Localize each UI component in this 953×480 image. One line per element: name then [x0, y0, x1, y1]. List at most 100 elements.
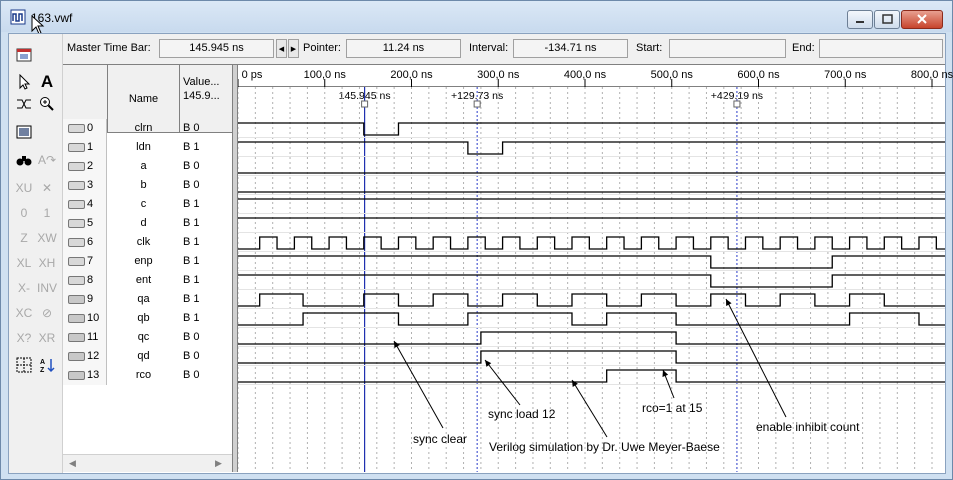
value-column-time: 145.9...	[183, 90, 220, 102]
signal-row-clrn[interactable]: 0 clrn B 0	[63, 119, 232, 138]
signal-index: 5	[87, 217, 94, 229]
master-time-next-button[interactable]: ▶	[288, 39, 299, 58]
dont-care-button[interactable]: X-	[14, 278, 34, 298]
signal-value: B 1	[183, 274, 200, 286]
minimize-button[interactable]	[847, 10, 873, 29]
cursor-handle-icon	[733, 100, 741, 108]
count-value-button[interactable]: XC	[14, 303, 34, 323]
maximize-button[interactable]	[874, 10, 900, 29]
signal-row-qd[interactable]: 12 qd B 0	[63, 347, 232, 366]
pointer-label: Pointer:	[303, 42, 341, 54]
unknown-value-button[interactable]: ✕	[37, 178, 57, 198]
zoom-tool-button[interactable]	[37, 94, 57, 114]
svg-text:A: A	[40, 359, 45, 366]
arbitrary-value-button[interactable]: X?	[14, 328, 34, 348]
signal-row-qc[interactable]: 11 qc B 0	[63, 328, 232, 347]
overwrite-clock-button[interactable]: ⊘	[37, 303, 57, 323]
snap-to-grid-button[interactable]	[14, 355, 34, 375]
start-field[interactable]	[669, 39, 786, 58]
cursor-handle-icon	[473, 100, 481, 108]
svg-text:Z: Z	[40, 367, 45, 373]
master-time-prev-button[interactable]: ◀	[276, 39, 287, 58]
waveform-toolbar: A A↷ XU ✕ 0 1 Z XW XL XH X- INV XC ⊘ X? …	[9, 34, 63, 473]
replace-button[interactable]: A↷	[37, 150, 57, 170]
input-pin-icon	[68, 238, 85, 247]
waveform-editing-button[interactable]	[14, 94, 34, 114]
input-pin-icon	[68, 257, 85, 266]
replace-icon: A↷	[37, 153, 57, 167]
signal-row-b[interactable]: 3 b B 0	[63, 176, 232, 195]
fullscreen-button[interactable]	[14, 122, 34, 142]
waveform-rco	[238, 369, 945, 383]
end-field[interactable]	[819, 39, 943, 58]
signal-row-a[interactable]: 2 a B 0	[63, 157, 232, 176]
signal-index-cell: 2	[63, 157, 107, 176]
waveform-qd	[238, 350, 945, 364]
scroll-right-icon[interactable]: ▶	[215, 458, 222, 469]
app-icon[interactable]	[10, 9, 26, 25]
signal-row-d[interactable]: 5 d B 1	[63, 214, 232, 233]
signal-index-cell: 6	[63, 233, 107, 252]
window-dock-button[interactable]	[14, 45, 34, 65]
signal-value: B 1	[183, 236, 200, 248]
signal-row-ldn[interactable]: 1 ldn B 1	[63, 138, 232, 157]
text-tool-icon: A	[40, 72, 54, 91]
signal-row-qa[interactable]: 9 qa B 1	[63, 290, 232, 309]
high-impedance-button[interactable]: Z	[14, 228, 34, 248]
sort-button[interactable]: AZ	[37, 355, 57, 375]
signal-index-cell: 13	[63, 366, 107, 385]
weak-unknown-button[interactable]: XW	[37, 228, 57, 248]
waveform-edit-icon	[17, 99, 31, 109]
start-label: Start:	[636, 42, 663, 54]
signal-index-cell: 3	[63, 176, 107, 195]
signal-row-enp[interactable]: 7 enp B 1	[63, 252, 232, 271]
signal-index: 0	[87, 122, 94, 134]
signal-grid: Name Value... 145.9... 0 clrn B 0 1 ldn B 1 2 a…	[63, 64, 953, 473]
arbitrary-value-icon: X?	[16, 331, 32, 345]
forcing-high-button[interactable]: 1	[37, 203, 57, 223]
forcing-low-button[interactable]: 0	[14, 203, 34, 223]
selection-tool-button[interactable]	[15, 72, 35, 92]
signal-row-rco[interactable]: 13 rco B 0	[63, 366, 232, 385]
weak-high-icon: XH	[38, 256, 56, 270]
invert-icon: INV	[37, 281, 58, 295]
scroll-left-icon[interactable]: ◀	[69, 458, 76, 469]
title-bar[interactable]: 163.vwf	[1, 1, 952, 35]
signal-row-ent[interactable]: 8 ent B 1	[63, 271, 232, 290]
find-button[interactable]	[14, 150, 34, 170]
signal-value: B 0	[183, 331, 200, 343]
close-button[interactable]	[901, 10, 943, 29]
weak-low-button[interactable]: XL	[14, 253, 34, 273]
signal-index-cell: 5	[63, 214, 107, 233]
forcing-low-icon: 0	[20, 206, 28, 220]
annotation-sync-clear: sync clear	[413, 432, 468, 446]
uninitialized-button[interactable]: XU	[14, 178, 34, 198]
pointer-field: 11.24 ns	[346, 39, 461, 58]
signal-index: 9	[87, 293, 94, 305]
invert-button[interactable]: INV	[37, 278, 57, 298]
arrow-pointer-icon	[19, 74, 31, 90]
input-pin-icon	[68, 200, 85, 209]
input-pin-icon	[68, 162, 85, 171]
signal-index: 11	[87, 331, 99, 343]
random-value-button[interactable]: XR	[37, 328, 57, 348]
value-column-header[interactable]: Value... 145.9...	[181, 75, 231, 103]
waveform-area[interactable]: 0 ps 100,0 ns 200,0 ns 300,0 ns 400,0 ns 500,…	[238, 65, 953, 472]
signal-value: B 0	[183, 350, 200, 362]
signal-row-qb[interactable]: 10 qb B 1	[63, 309, 232, 328]
signal-row-clk[interactable]: 6 clk B 1	[63, 233, 232, 252]
signal-list-scrollbar[interactable]: ◀ ▶	[63, 454, 232, 472]
waveform-enp	[238, 255, 945, 269]
annotation-arrow-credit-head	[572, 380, 578, 387]
master-time-bar-field[interactable]: 145.945 ns	[159, 39, 274, 58]
waveform-editor: Master Time Bar: 145.945 ns ◀ ▶ Pointer:…	[63, 34, 953, 473]
mouse-pointer-icon	[31, 15, 45, 35]
signal-value: B 0	[183, 369, 200, 381]
name-column-title: Name	[128, 93, 159, 105]
text-tool-button[interactable]: A	[37, 72, 57, 92]
signal-name: a	[140, 160, 147, 172]
output-pin-icon	[68, 333, 85, 342]
signal-row-c[interactable]: 4 c B 1	[63, 195, 232, 214]
waveform-canvas[interactable]	[238, 65, 945, 472]
weak-high-button[interactable]: XH	[37, 253, 57, 273]
